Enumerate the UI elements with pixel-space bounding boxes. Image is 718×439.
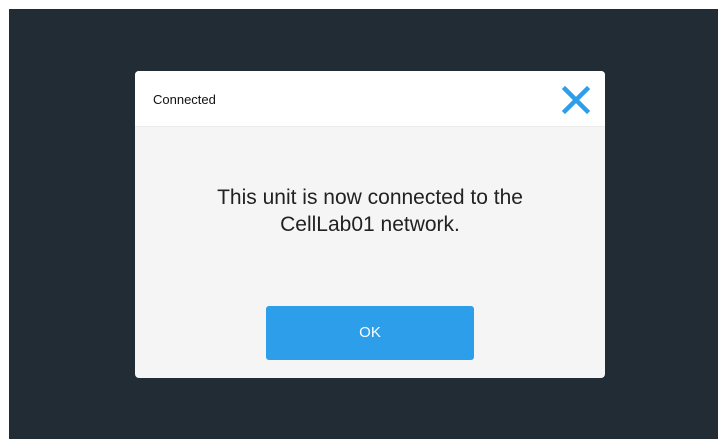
dialog-message-line-2: CellLab01 network. [280,213,460,236]
close-button[interactable] [557,81,595,119]
dialog-message: This unit is now connected to the CellLa… [155,184,585,238]
close-icon [561,85,591,115]
connected-dialog: Connected This unit is now connected to … [135,71,605,378]
ok-button[interactable]: OK [266,306,474,360]
screen-background: Connected This unit is now connected to … [9,9,718,439]
dialog-message-line-1: This unit is now connected to the [217,186,523,209]
dialog-title: Connected [153,92,216,107]
dialog-header: Connected [135,71,605,127]
